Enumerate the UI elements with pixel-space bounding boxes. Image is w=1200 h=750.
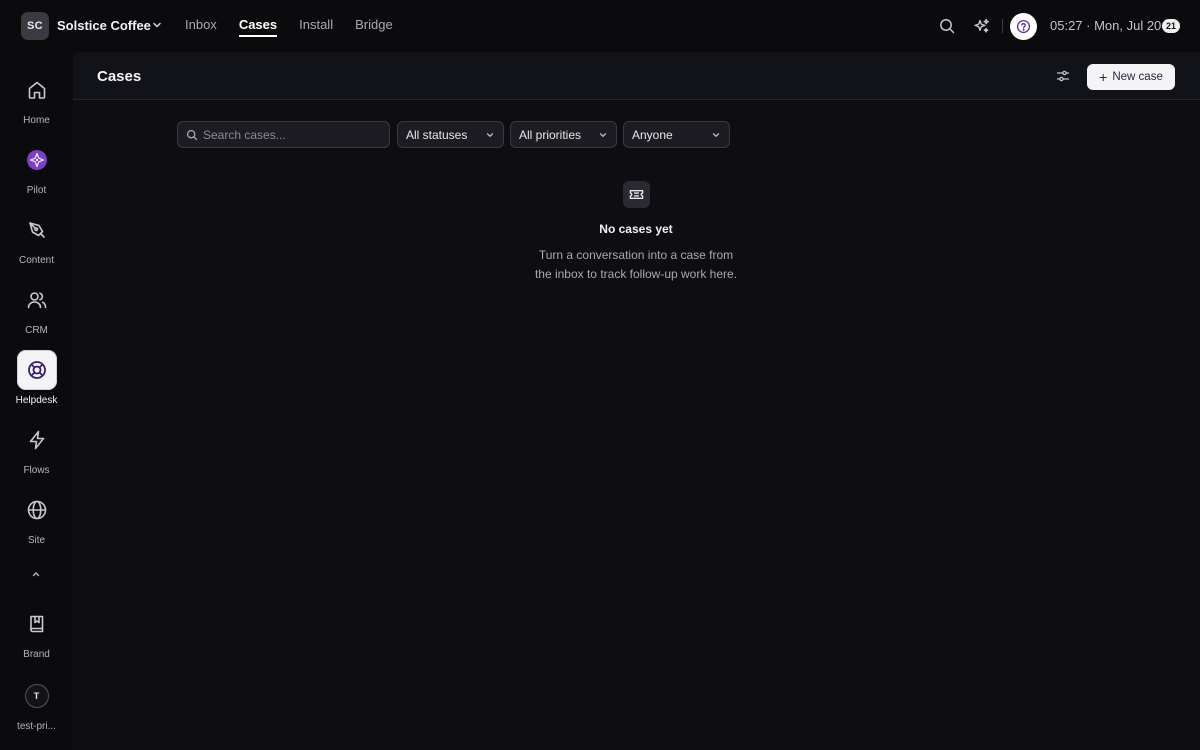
sidebar-item-crm[interactable]: CRM: [0, 280, 73, 336]
sparkle-icon[interactable]: [973, 17, 991, 35]
help-icon: [1016, 19, 1031, 34]
nav-bridge[interactable]: Bridge: [355, 17, 393, 37]
top-bar: SC Solstice Coffee Inbox Cases Install B…: [0, 0, 1200, 52]
sidebar: Home Pilot Content CRM Helpdesk Flows Si…: [0, 52, 73, 750]
assignee-select[interactable]: Anyone: [623, 121, 730, 148]
sidebar-item-content[interactable]: Content: [0, 210, 73, 266]
main-panel: Cases + New case All statuses All priori…: [73, 52, 1200, 750]
nav-install[interactable]: Install: [299, 17, 333, 37]
sidebar-item-label: Flows: [23, 465, 50, 476]
priority-select[interactable]: All priorities: [510, 121, 617, 148]
search-icon[interactable]: [938, 17, 956, 35]
globe-icon: [27, 500, 46, 520]
search-icon: [186, 129, 198, 141]
workspace-name[interactable]: Solstice Coffee: [57, 18, 151, 33]
date-badge: 21: [1162, 19, 1180, 33]
empty-state-description: Turn a conversation into a case from the…: [506, 246, 766, 284]
top-nav: Inbox Cases Install Bridge: [185, 17, 415, 37]
page-title: Cases: [97, 68, 142, 85]
sidebar-item-label: test-pri...: [17, 721, 56, 732]
chevron-down-icon: [486, 133, 494, 137]
new-case-label: New case: [1112, 71, 1163, 83]
sliders-icon[interactable]: [1055, 68, 1071, 84]
empty-state-line: Turn a conversation into a case from: [538, 248, 734, 262]
sidebar-item-label: CRM: [25, 325, 48, 336]
chevron-down-icon: [712, 133, 720, 137]
status-select[interactable]: All statuses: [397, 121, 504, 148]
sidebar-item-label: Content: [18, 255, 55, 266]
nav-cases[interactable]: Cases: [238, 17, 278, 37]
workspace-avatar[interactable]: SC: [21, 12, 49, 40]
page-header: Cases + New case: [73, 52, 1200, 100]
chevron-up-icon[interactable]: [30, 568, 42, 580]
sidebar-item-home[interactable]: Home: [0, 70, 73, 126]
sidebar-item-helpdesk[interactable]: Helpdesk: [0, 350, 73, 406]
empty-state-line: the inbox to track follow-up work here.: [534, 267, 738, 281]
topbar-divider: [1002, 19, 1003, 33]
sidebar-item-pilot[interactable]: Pilot: [0, 140, 73, 196]
sidebar-item-label: Pilot: [26, 185, 47, 196]
sidebar-item-label: Brand: [23, 649, 50, 660]
assignee-select-value: Anyone: [632, 127, 673, 142]
pen-icon: [28, 222, 45, 238]
sidebar-item-site[interactable]: Site: [0, 490, 73, 546]
priority-select-value: All priorities: [519, 127, 582, 142]
home-icon: [28, 81, 45, 99]
search-input[interactable]: [203, 122, 383, 147]
lifebuoy-icon: [27, 361, 46, 379]
sidebar-item-account[interactable]: T test-pri...: [0, 676, 73, 732]
empty-state-title: No cases yet: [599, 222, 673, 236]
avatar: T: [24, 684, 49, 708]
chevron-down-icon: [599, 133, 607, 137]
ticket-icon: [623, 181, 650, 208]
clock: 05:27 · Mon, Jul 20: [1050, 18, 1162, 33]
sidebar-item-label: Home: [23, 115, 50, 126]
bolt-icon: [29, 430, 44, 450]
plus-icon: +: [1099, 69, 1108, 85]
sidebar-item-label: Site: [27, 535, 46, 546]
help-button[interactable]: [1010, 13, 1037, 40]
new-case-button[interactable]: + New case: [1087, 64, 1175, 90]
book-icon: [29, 615, 43, 633]
nav-inbox[interactable]: Inbox: [185, 17, 217, 37]
sidebar-item-brand[interactable]: Brand: [0, 604, 73, 660]
pilot-icon: [26, 150, 47, 170]
sidebar-item-flows[interactable]: Flows: [0, 420, 73, 476]
chevron-down-icon[interactable]: [151, 19, 163, 31]
status-select-value: All statuses: [406, 127, 468, 142]
sidebar-item-label: Helpdesk: [15, 395, 58, 406]
search-field[interactable]: [177, 121, 390, 148]
users-icon: [27, 292, 46, 309]
